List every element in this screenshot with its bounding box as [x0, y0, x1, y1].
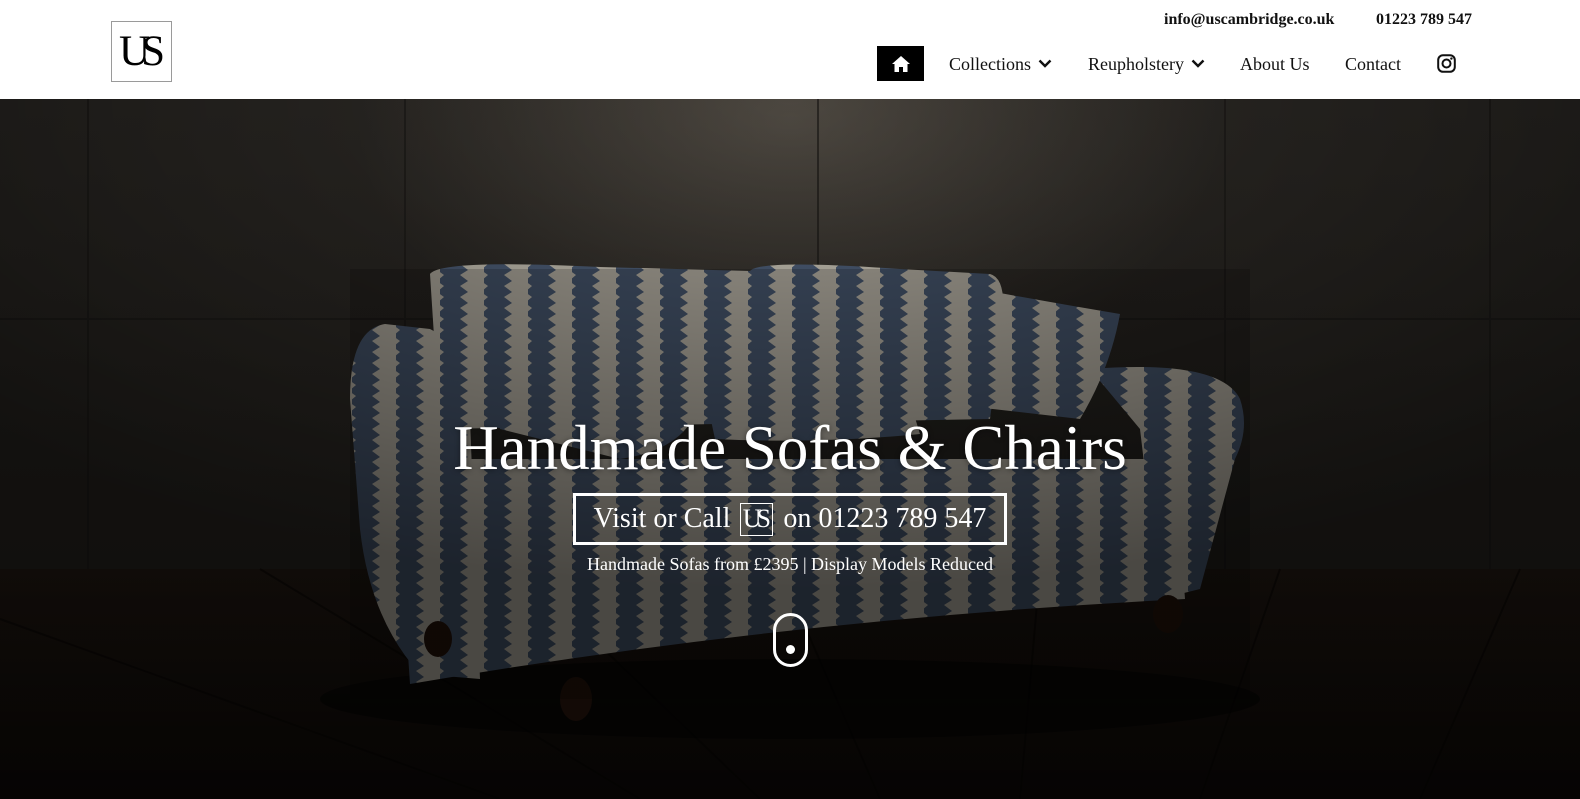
nav-item-contact[interactable]: Contact — [1345, 46, 1401, 81]
main-nav: Collections Reupholstery About Us Contac… — [0, 46, 1580, 81]
cta-logo-text: US — [742, 504, 771, 533]
hero-subtitle: Handmade Sofas from £2395 | Display Mode… — [586, 554, 994, 574]
hero-title: Handmade Sofas & Chairs — [453, 413, 1127, 483]
email-link[interactable]: info@uscambridge.co.uk — [1164, 11, 1334, 29]
chevron-down-icon — [1038, 59, 1052, 68]
instagram-icon — [1437, 54, 1456, 73]
mouse-scroll-icon[interactable] — [773, 613, 808, 667]
site-header: US info@uscambridge.co.uk 01223 789 547 … — [0, 0, 1580, 99]
hero-section: Handmade Sofas & Chairs Visit or Call US… — [0, 99, 1580, 799]
nav-item-label: Contact — [1345, 53, 1401, 74]
nav-home-button[interactable] — [877, 46, 924, 81]
phone-link[interactable]: 01223 789 547 — [1376, 11, 1472, 29]
nav-item-collections[interactable]: Collections — [949, 46, 1052, 81]
cta-logo: US — [740, 502, 774, 536]
nav-item-about-us[interactable]: About Us — [1240, 46, 1310, 81]
instagram-link[interactable] — [1436, 53, 1457, 74]
home-icon — [891, 55, 910, 72]
nav-item-label: About Us — [1240, 53, 1310, 74]
chevron-down-icon — [1191, 59, 1205, 68]
nav-item-label: Reupholstery — [1088, 53, 1184, 74]
cta-suffix: on 01223 789 547 — [783, 503, 987, 534]
nav-item-label: Collections — [949, 53, 1031, 74]
scroll-dot — [786, 645, 795, 654]
cta-prefix: Visit or Call — [593, 503, 731, 534]
visit-or-call-button[interactable]: Visit or Call US on 01223 789 547 — [573, 493, 1007, 545]
nav-item-reupholstery[interactable]: Reupholstery — [1088, 46, 1205, 81]
